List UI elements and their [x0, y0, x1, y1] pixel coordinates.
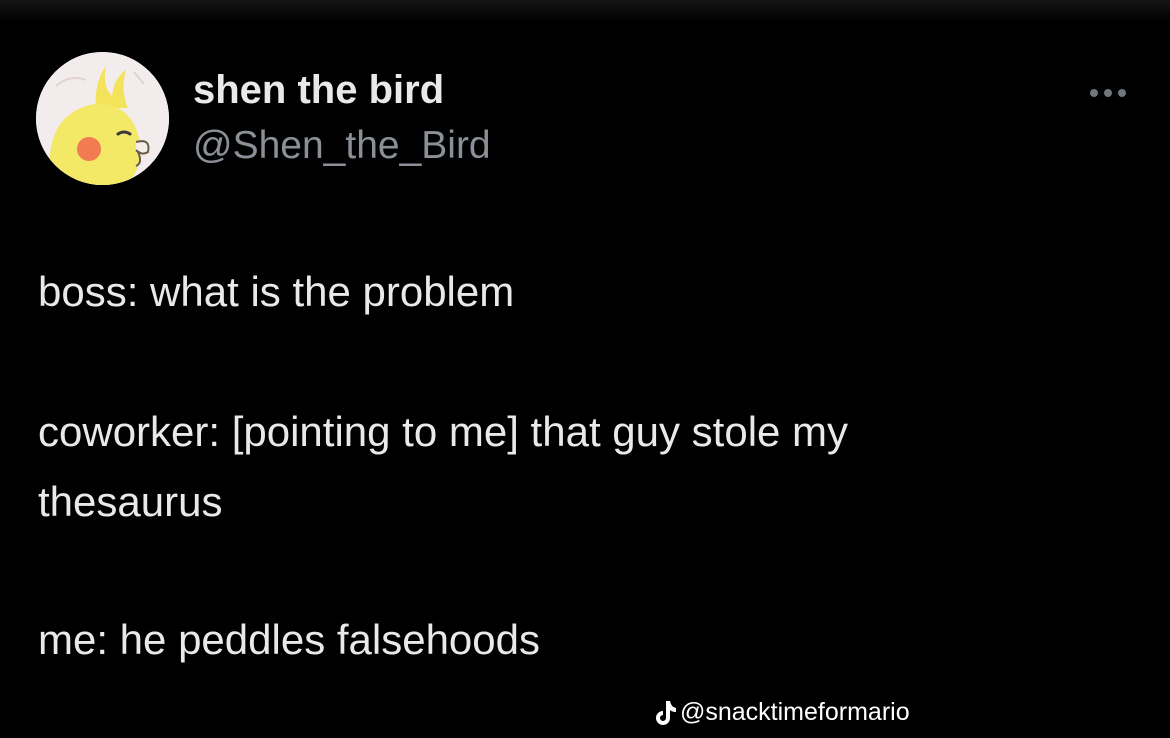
- top-edge-shade: [0, 0, 1170, 22]
- tiktok-icon: [656, 700, 676, 725]
- watermark-username: @snacktimeformario: [680, 698, 910, 726]
- tiktok-watermark: @snacktimeformario: [652, 698, 910, 727]
- more-options-icon: [1090, 89, 1126, 97]
- cockatiel-avatar-icon: [36, 52, 169, 185]
- tweet-text-line-4: me: he peddles falsehoods: [38, 616, 541, 663]
- tweet-text-line-2: coworker: [pointing to me] that guy stol…: [38, 408, 849, 455]
- tweet-text-line-1: boss: what is the problem: [38, 268, 515, 315]
- author-display-name[interactable]: shen the bird: [193, 68, 444, 113]
- more-options-button[interactable]: [1080, 80, 1136, 106]
- tweet-text-line-3: thesaurus: [38, 478, 223, 525]
- author-handle[interactable]: @Shen_the_Bird: [193, 124, 491, 168]
- avatar[interactable]: [36, 52, 169, 185]
